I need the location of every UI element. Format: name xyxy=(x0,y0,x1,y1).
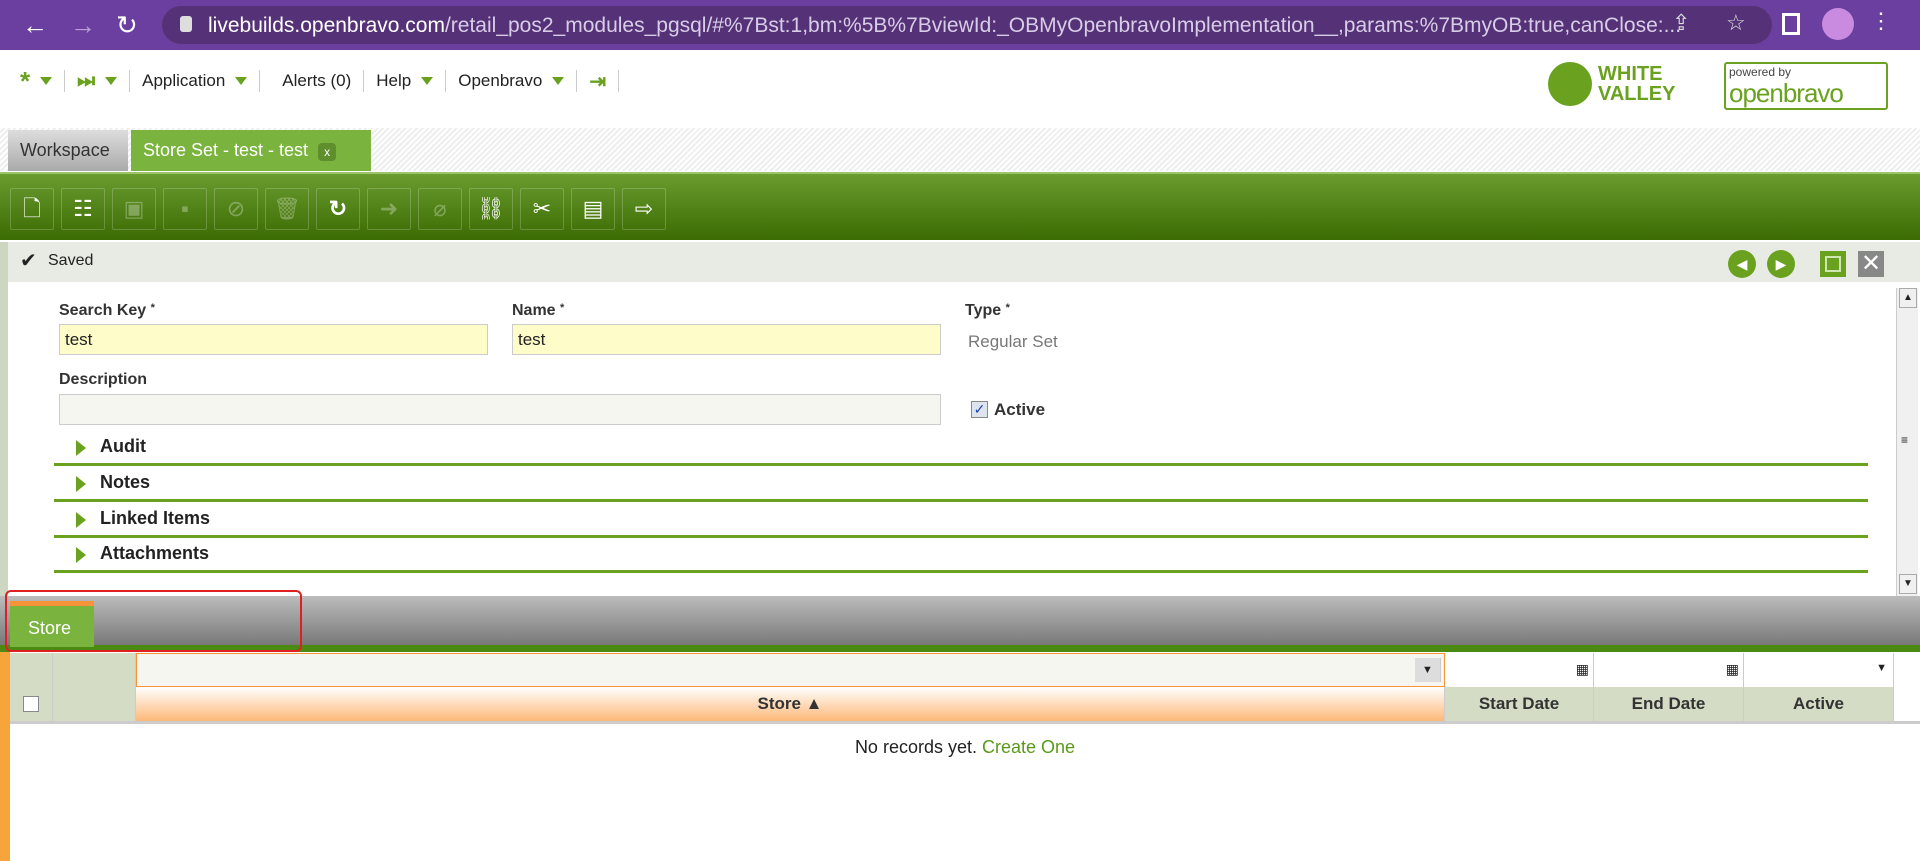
url-host: livebuilds.openbravo.com xyxy=(208,14,445,37)
store-grid: ▼ ▦ ▦ ▼ Store ▲ Start Date End Date Acti… xyxy=(10,653,1920,861)
refresh-icon[interactable]: ↻ xyxy=(316,188,360,230)
chevron-down-icon[interactable] xyxy=(235,77,248,85)
select-all-checkbox[interactable] xyxy=(23,696,39,712)
section-audit[interactable]: Audit xyxy=(54,430,1868,466)
layout-icon[interactable]: ▤ xyxy=(571,188,615,230)
highlight-box xyxy=(5,590,302,652)
description-field[interactable] xyxy=(59,394,941,425)
checkmark-icon: ✔ xyxy=(20,250,37,272)
tools-icon[interactable]: ✂ xyxy=(520,188,564,230)
tab-workspace[interactable]: Workspace xyxy=(8,130,128,171)
back-icon[interactable]: ← xyxy=(22,10,48,41)
chevron-down-icon[interactable] xyxy=(552,77,565,85)
active-checkbox[interactable]: ✓ xyxy=(971,401,988,418)
link-icon[interactable]: ⛓ xyxy=(469,188,513,230)
section-linked-items[interactable]: Linked Items xyxy=(54,502,1868,538)
status-bar: ✔ Saved ◀ ▶ ✕ xyxy=(8,242,1920,282)
active-filter[interactable]: ▼ xyxy=(1744,653,1894,687)
section-notes[interactable]: Notes xyxy=(54,466,1868,502)
type-label: Type xyxy=(965,302,1002,319)
sidepanel-icon[interactable] xyxy=(1782,13,1800,35)
logout-icon[interactable]: ⇥ xyxy=(589,69,606,94)
chevron-down-icon[interactable] xyxy=(421,77,434,85)
menu-openbravo[interactable]: Openbravo xyxy=(458,71,542,91)
form-scrollbar[interactable]: ▲ ≡ ▼ xyxy=(1896,288,1918,596)
expand-icon xyxy=(76,547,86,563)
active-label: Active xyxy=(994,400,1046,419)
expand-icon xyxy=(76,476,86,492)
browser-bar: ← → ↻ livebuilds.openbravo.com/retail_po… xyxy=(0,0,1920,50)
chevron-down-icon: ▼ xyxy=(1876,662,1887,674)
search-key-label: Search Key xyxy=(59,302,147,319)
import-icon[interactable]: ⇨ xyxy=(622,188,666,230)
menu-application[interactable]: Application xyxy=(142,71,225,91)
expand-icon xyxy=(76,440,86,456)
name-label: Name xyxy=(512,302,556,319)
delete-icon[interactable]: 🗑 xyxy=(265,188,309,230)
new-document-icon[interactable]: 🗋 xyxy=(10,188,54,230)
calendar-icon: ▦ xyxy=(1575,661,1589,677)
expand-icon xyxy=(76,512,86,528)
save-close-icon[interactable]: ▪ xyxy=(163,188,207,230)
column-active[interactable]: Active xyxy=(1744,687,1894,721)
quick-launch-icon[interactable]: * xyxy=(20,66,30,97)
star-icon[interactable]: ☆ xyxy=(1726,10,1746,36)
undo-icon[interactable]: ⊘ xyxy=(214,188,258,230)
chevron-down-icon[interactable]: ▼ xyxy=(1415,658,1441,682)
reload-icon[interactable]: ↻ xyxy=(116,10,138,41)
new-row-icon[interactable]: ☷ xyxy=(61,188,105,230)
section-attachments[interactable]: Attachments xyxy=(54,537,1868,573)
create-one-link[interactable]: Create One xyxy=(982,737,1075,757)
close-icon[interactable]: x xyxy=(318,143,337,161)
avatar[interactable] xyxy=(1822,8,1854,40)
url-path: /retail_pos2_modules_pgsql/#%7Bst:1,bm:%… xyxy=(444,14,1682,37)
column-store[interactable]: Store ▲ xyxy=(136,687,1445,721)
chevron-down-icon[interactable] xyxy=(40,77,53,85)
share-icon[interactable]: ⇪ xyxy=(1672,10,1690,36)
end-date-filter[interactable]: ▦ xyxy=(1594,653,1744,687)
app-menu: * ⏭ Application Alerts (0) Help Openbrav… xyxy=(20,66,631,96)
record-form: Search Key * test Name * test Type * Reg… xyxy=(8,282,1893,596)
lock-icon xyxy=(180,16,192,32)
column-start-date[interactable]: Start Date xyxy=(1445,687,1594,721)
maximize-icon[interactable] xyxy=(1820,251,1846,277)
name-field[interactable]: test xyxy=(512,324,941,355)
previous-record-icon[interactable]: ◀ xyxy=(1728,250,1756,278)
white-valley-logo: WHITE VALLEY xyxy=(1548,60,1688,110)
column-end-date[interactable]: End Date xyxy=(1594,687,1744,721)
type-value: Regular Set xyxy=(968,332,1058,351)
search-key-field[interactable]: test xyxy=(59,324,488,355)
calendar-icon: ▦ xyxy=(1725,661,1739,677)
openbravo-logo: powered by openbravo xyxy=(1724,62,1888,110)
attachment-icon[interactable]: ⌀ xyxy=(418,188,462,230)
chevron-down-icon[interactable] xyxy=(105,77,118,85)
fast-forward-icon[interactable]: ⏭ xyxy=(77,70,95,93)
start-date-filter[interactable]: ▦ xyxy=(1445,653,1594,687)
status-text: Saved xyxy=(48,252,94,269)
toolbar: 🗋 ☷ ▣ ▪ ⊘ 🗑 ↻ ➜ ⌀ ⛓ ✂ ▤ ⇨ xyxy=(0,172,1920,240)
save-icon[interactable]: ▣ xyxy=(112,188,156,230)
next-record-icon[interactable]: ▶ xyxy=(1767,250,1795,278)
menu-help[interactable]: Help xyxy=(376,71,411,91)
close-icon[interactable]: ✕ xyxy=(1858,251,1884,277)
address-bar[interactable]: livebuilds.openbravo.com/retail_pos2_mod… xyxy=(162,6,1772,44)
empty-message: No records yet. Create One xyxy=(854,737,1076,757)
tab-store-set[interactable]: Store Set - test - test x xyxy=(131,130,371,171)
description-label: Description xyxy=(59,371,148,388)
menu-alerts[interactable]: Alerts (0) xyxy=(282,71,351,91)
export-icon[interactable]: ➜ xyxy=(367,188,411,230)
forward-icon[interactable]: → xyxy=(70,10,96,41)
store-filter-input[interactable] xyxy=(136,653,1445,687)
more-icon[interactable]: ⋮ xyxy=(1870,8,1892,34)
